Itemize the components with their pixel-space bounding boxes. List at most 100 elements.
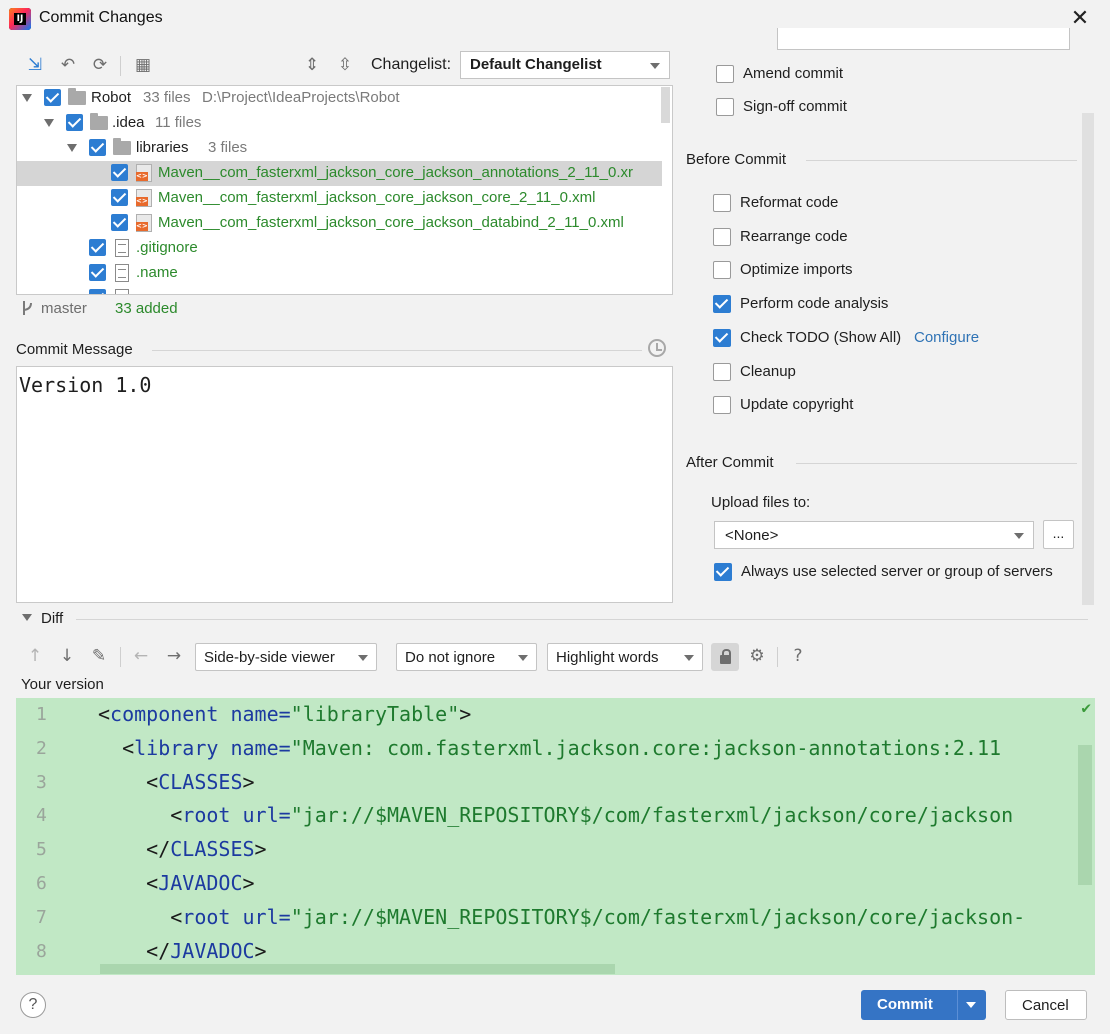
rollback-icon[interactable]: ↶ — [57, 54, 79, 76]
expand-arrow-icon[interactable] — [22, 94, 32, 102]
chevron-down-icon — [358, 655, 368, 661]
tree-row-libraries[interactable]: libraries 3 files — [17, 136, 662, 161]
tree-row-file[interactable]: Maven__com_fasterxml_jackson_core_jackso… — [17, 161, 662, 186]
todo-checkbox[interactable] — [713, 329, 731, 347]
tree-row-gitignore[interactable]: .gitignore — [17, 236, 662, 261]
code-vertical-scrollbar[interactable] — [1078, 745, 1092, 885]
upload-label: Upload files to: — [711, 494, 811, 511]
group-by-icon[interactable]: ▦ — [132, 54, 154, 76]
checkbox-partial[interactable] — [89, 289, 106, 294]
close-button[interactable]: ✕ — [1066, 6, 1094, 32]
code-horizontal-scrollbar[interactable] — [100, 964, 615, 974]
ignore-select[interactable]: Do not ignore — [396, 643, 537, 671]
highlight-select[interactable]: Highlight words — [547, 643, 703, 671]
history-clock-icon[interactable] — [648, 339, 666, 357]
commit-options-chevron-icon[interactable] — [966, 1002, 976, 1008]
diff-code-view[interactable]: 12345678 <component name="libraryTable">… — [16, 698, 1095, 975]
code-attr: name= — [218, 702, 291, 726]
code-punct: > — [242, 769, 255, 794]
show-diff-icon[interactable]: ⇲ — [24, 54, 46, 76]
always-use-checkbox[interactable] — [714, 563, 732, 581]
code-tag: library — [134, 735, 219, 760]
edit-source-icon[interactable]: ✎ — [88, 645, 110, 667]
line-number: 7 — [36, 906, 47, 928]
code-punct: </ — [98, 938, 171, 963]
forward-icon[interactable]: → — [163, 645, 185, 667]
root-name: Robot — [91, 89, 132, 106]
todo-label: Check TODO (Show All) — [740, 329, 902, 346]
cleanup-label: Cleanup — [740, 363, 796, 380]
signoff-checkbox[interactable] — [716, 98, 734, 116]
optimize-checkbox[interactable] — [713, 261, 731, 279]
commit-message-input[interactable]: Version 1.0 — [16, 366, 673, 603]
code-punct: > — [242, 871, 255, 895]
changes-tree[interactable]: Robot 33 files D:\Project\IdeaProjects\R… — [16, 85, 673, 295]
tree-row-file[interactable]: Maven__com_fasterxml_jackson_core_jackso… — [17, 186, 662, 211]
section-divider — [796, 463, 1077, 464]
checkbox-root[interactable] — [44, 89, 61, 106]
amend-label: Amend commit — [743, 65, 844, 82]
after-commit-heading: After Commit — [686, 454, 774, 471]
gear-icon[interactable]: ⚙ — [746, 645, 768, 667]
upload-server-select[interactable]: <None> — [714, 521, 1034, 549]
analysis-checkbox[interactable] — [713, 295, 731, 313]
chevron-down-icon — [1014, 533, 1024, 539]
copyright-checkbox[interactable] — [713, 396, 731, 414]
amend-checkbox[interactable] — [716, 65, 734, 83]
help-button[interactable]: ? — [20, 992, 46, 1018]
code-line: <CLASSES> — [98, 769, 255, 794]
checkbox-file[interactable] — [111, 164, 128, 181]
code-punct: < — [98, 769, 159, 794]
code-punct: < — [98, 803, 183, 828]
checkbox-libraries[interactable] — [89, 139, 106, 156]
options-scrollbar[interactable] — [1082, 113, 1094, 605]
viewer-value: Side-by-side viewer — [204, 649, 335, 666]
tree-row-idea[interactable]: .idea 11 files — [17, 111, 662, 136]
expand-arrow-icon[interactable] — [67, 144, 77, 152]
back-icon[interactable]: ← — [130, 645, 152, 667]
expand-all-icon[interactable]: ⇕ — [301, 54, 323, 76]
code-punct: > — [459, 702, 472, 726]
changelist-select[interactable]: Default Changelist — [460, 51, 670, 79]
lock-icon[interactable] — [711, 643, 739, 671]
code-punct: < — [98, 871, 159, 895]
project-folder-icon — [68, 88, 86, 105]
diff-heading[interactable]: Diff — [41, 610, 63, 627]
branch-name[interactable]: master — [41, 300, 87, 317]
previous-difference-icon[interactable]: ↑ — [24, 645, 46, 667]
always-use-label: Always use selected server or group of s… — [741, 563, 1053, 580]
configure-link[interactable]: Configure — [914, 329, 979, 346]
checkbox-gitignore[interactable] — [89, 239, 106, 256]
checkbox-file[interactable] — [111, 214, 128, 231]
analysis-label: Perform code analysis — [740, 295, 889, 312]
checkbox-idea[interactable] — [66, 114, 83, 131]
reformat-checkbox[interactable] — [713, 194, 731, 212]
help-icon[interactable]: ? — [787, 645, 809, 667]
tree-row-name[interactable]: .name — [17, 261, 662, 286]
section-divider — [806, 160, 1077, 161]
collapse-all-icon[interactable]: ⇳ — [334, 54, 356, 76]
line-number: 2 — [36, 737, 47, 759]
cancel-button[interactable]: Cancel — [1005, 990, 1087, 1020]
upload-more-button[interactable]: ... — [1043, 520, 1074, 549]
collapse-arrow-icon[interactable] — [22, 614, 32, 621]
cleanup-checkbox[interactable] — [713, 363, 731, 381]
expand-arrow-icon[interactable] — [44, 119, 54, 127]
rearrange-checkbox[interactable] — [713, 228, 731, 246]
tree-row-root[interactable]: Robot 33 files D:\Project\IdeaProjects\R… — [17, 86, 662, 111]
tree-row-partial[interactable] — [17, 286, 662, 294]
next-difference-icon[interactable]: ↓ — [56, 645, 78, 667]
code-str: "jar://$MAVEN_REPOSITORY$/com/fasterxml/… — [290, 904, 1026, 929]
reformat-label: Reformat code — [740, 194, 839, 211]
checkbox-name-file[interactable] — [89, 264, 106, 281]
tree-row-file[interactable]: Maven__com_fasterxml_jackson_core_jackso… — [17, 211, 662, 236]
commit-button[interactable]: Commit — [861, 990, 986, 1020]
tree-scrollbar[interactable] — [661, 87, 670, 123]
author-field[interactable] — [777, 28, 1070, 50]
code-punct: < — [98, 702, 111, 726]
refresh-icon[interactable]: ⟳ — [89, 54, 111, 76]
rearrange-label: Rearrange code — [740, 228, 848, 245]
line-number-gutter: 1 2 3 4 5 6 7 8 — [16, 698, 98, 975]
checkbox-file[interactable] — [111, 189, 128, 206]
viewer-select[interactable]: Side-by-side viewer — [195, 643, 377, 671]
